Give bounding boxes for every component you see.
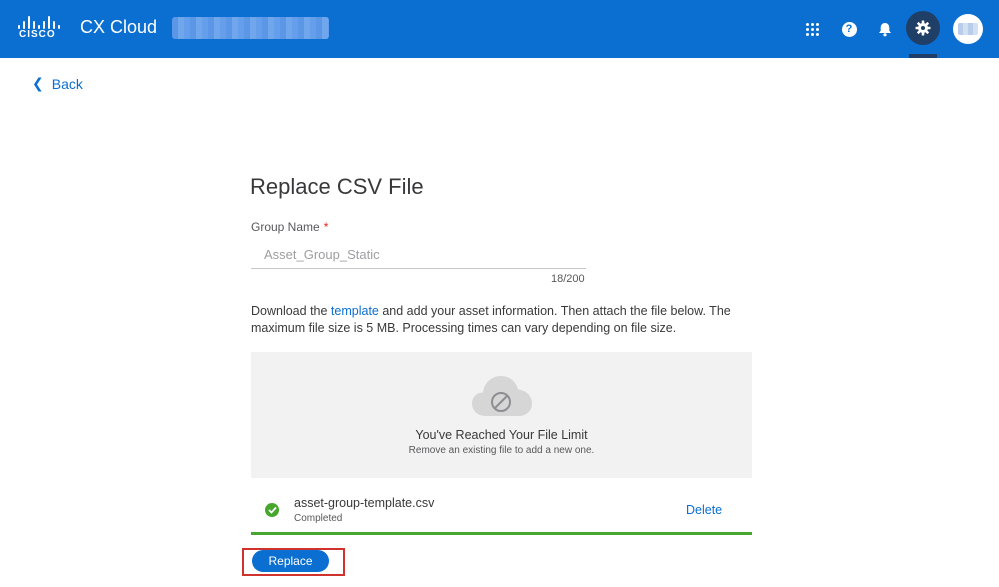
cisco-logo-bars-icon (18, 15, 62, 29)
active-tab-indicator (909, 54, 937, 58)
delete-file-button[interactable]: Delete (686, 503, 722, 517)
back-label: Back (51, 75, 83, 92)
page-title: Replace CSV File (250, 174, 424, 199)
back-link[interactable]: ❮ Back (32, 75, 83, 92)
group-name-input[interactable] (251, 240, 586, 269)
file-limit-subtitle: Remove an existing file to add a new one… (408, 445, 595, 456)
file-limit-title: You've Reached Your File Limit (415, 428, 588, 442)
uploaded-file-row: asset-group-template.csv Completed Delet… (251, 489, 752, 537)
file-status: Completed (294, 513, 343, 524)
group-name-label: Group Name * (251, 220, 328, 234)
help-icon[interactable]: ? (834, 14, 864, 44)
file-name: asset-group-template.csv (294, 496, 435, 510)
replace-button[interactable]: Replace (252, 550, 329, 572)
check-circle-icon (265, 503, 279, 517)
gear-icon[interactable] (906, 11, 940, 45)
tenant-selector-redacted[interactable] (172, 17, 329, 39)
file-dropzone: You've Reached Your File Limit Remove an… (251, 352, 752, 478)
cloud-blocked-icon (472, 376, 532, 416)
required-asterisk: * (323, 220, 329, 234)
avatar[interactable] (953, 14, 983, 44)
top-navigation-bar: CISCO CX Cloud ? (0, 0, 999, 58)
avatar-initials-redacted (958, 23, 978, 35)
instructions-text-before: Download the (251, 304, 331, 318)
upload-progress-bar (251, 532, 752, 535)
upload-instructions: Download the template and add your asset… (251, 303, 751, 337)
cisco-logo-word: CISCO (19, 29, 56, 40)
apps-grid-icon[interactable] (797, 14, 827, 44)
character-counter: 18/200 (551, 273, 585, 285)
app-title[interactable]: CX Cloud (80, 17, 157, 38)
chevron-left-icon: ❮ (32, 75, 44, 91)
upload-progress-fill (251, 532, 752, 535)
template-link[interactable]: template (331, 304, 379, 318)
bell-icon[interactable] (870, 14, 900, 44)
cisco-logo[interactable]: CISCO (18, 15, 62, 43)
group-name-label-text: Group Name (251, 220, 320, 234)
